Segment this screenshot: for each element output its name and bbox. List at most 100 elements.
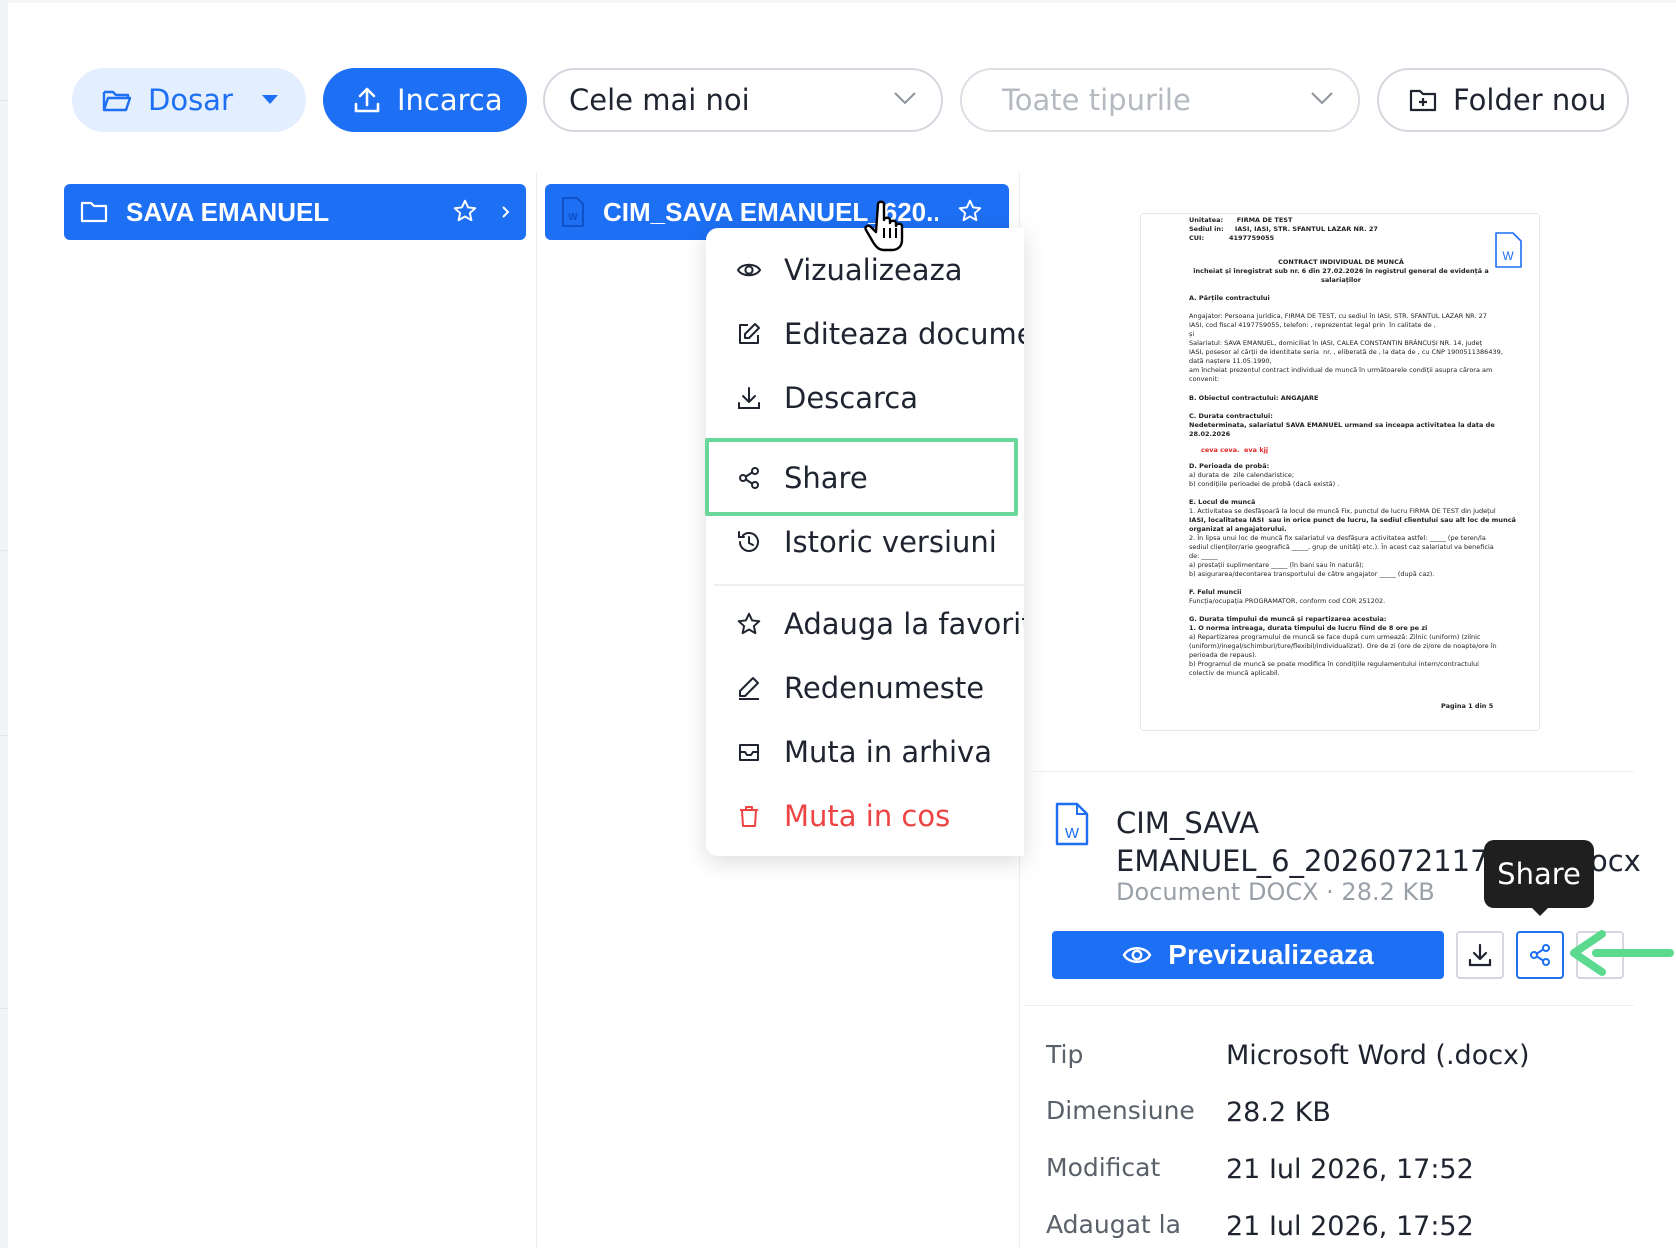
doc-text: Unitatea: FIRMA DE TEST	[1189, 216, 1293, 224]
pencil-icon	[739, 677, 759, 700]
tooltip-tail	[1530, 906, 1550, 916]
new-folder-button[interactable]: Folder nou	[1377, 68, 1629, 132]
doc-text: (uniform)/inegal/schimburi/ture/flexibil…	[1189, 642, 1497, 650]
upload-button[interactable]: Incarca	[323, 68, 527, 132]
menu-item-label: Istoric versiuni	[784, 525, 997, 559]
folder-item-label: SAVA EMANUEL	[126, 196, 330, 227]
doc-text: organizat al angajatorului.	[1189, 525, 1287, 533]
svg-text:W: W	[1065, 825, 1080, 842]
arrow-left-icon	[1570, 930, 1674, 976]
doc-text: C. Durata contractului:	[1189, 412, 1273, 420]
share-icon	[1530, 944, 1550, 966]
doc-text: Funcția/ocupația PROGRAMATOR, conform co…	[1189, 597, 1386, 605]
share-tooltip: Share	[1484, 840, 1594, 908]
doc-text: colectiv de muncă aplicabil.	[1189, 669, 1280, 677]
doc-text: IASI, cod fiscal 4197759055, telefon: , …	[1189, 321, 1436, 329]
menu-item-label: Redenumeste	[784, 671, 985, 705]
doc-text: Angajator: Persoana juridica, FIRMA DE T…	[1189, 312, 1487, 320]
preview-button[interactable]: Previzualizeaza	[1052, 931, 1444, 979]
prop-label-dimensiune: Dimensiune	[1046, 1096, 1195, 1125]
trash-icon	[740, 806, 758, 827]
doc-text: convenit:	[1189, 375, 1220, 383]
menu-item-label: Descarca	[784, 381, 918, 415]
folder-plus-icon	[1409, 89, 1437, 112]
share-highlight-box	[705, 438, 1018, 516]
doc-text: D. Perioada de probă:	[1189, 462, 1270, 470]
chevron-down-icon	[894, 92, 916, 105]
hand-cursor-icon	[864, 200, 904, 252]
folder-open-icon	[102, 90, 132, 112]
menu-item-label: Adauga la favorite	[784, 607, 1024, 641]
menu-item-label: Editeaza documen	[784, 317, 1024, 351]
edge-divider	[0, 1008, 8, 1009]
menu-item-favorite[interactable]: Adauga la favorite	[706, 592, 1024, 656]
doc-page-number: Pagina 1 din 5	[1441, 702, 1494, 710]
menu-item-descarca[interactable]: Descarca	[706, 366, 1024, 430]
star-icon[interactable]	[957, 198, 983, 224]
dosar-dropdown-button[interactable]: Dosar	[72, 68, 306, 132]
menu-item-cos[interactable]: Muta in cos	[706, 784, 1024, 848]
share-button[interactable]	[1516, 931, 1564, 979]
download-icon	[738, 387, 760, 409]
doc-text: sediul clienților/arie geografică _____,…	[1189, 543, 1494, 551]
menu-item-arhiva[interactable]: Muta in arhiva	[706, 720, 1024, 784]
prop-value-adaugat: 21 Iul 2026, 17:52	[1226, 1211, 1474, 1242]
doc-text: de: _____	[1189, 552, 1218, 560]
prop-value-dimensiune: 28.2 KB	[1226, 1097, 1331, 1128]
edge-divider	[0, 100, 8, 101]
doc-text: a) Repartizarea programului de muncă se …	[1189, 633, 1481, 641]
sort-select-value: Cele mai noi	[569, 83, 750, 117]
dosar-label: Dosar	[148, 83, 233, 117]
history-icon	[738, 531, 759, 552]
upload-icon	[354, 87, 380, 113]
type-filter-select[interactable]: Toate tipurile	[960, 68, 1360, 132]
menu-item-redenumeste[interactable]: Redenumeste	[706, 656, 1024, 720]
star-icon[interactable]	[452, 198, 478, 224]
doc-text: E. Locul de muncă	[1189, 498, 1256, 506]
prop-value-modificat: 21 Iul 2026, 17:52	[1226, 1154, 1474, 1185]
preview-button-label: Previzualizeaza	[1168, 939, 1374, 970]
doc-text: Salariatul: SAVA EMANUEL, domiciliat în …	[1189, 339, 1483, 347]
upload-label: Incarca	[397, 83, 503, 117]
doc-text: B. Obiectul contractului: ANGAJARE	[1189, 394, 1319, 402]
download-icon	[1468, 943, 1492, 967]
chevron-down-icon	[1311, 92, 1333, 105]
doc-text: am încheiat prezentul contract individua…	[1189, 366, 1493, 374]
menu-divider	[714, 584, 1024, 586]
prop-value-tip: Microsoft Word (.docx)	[1226, 1040, 1530, 1071]
menu-item-label: Muta in arhiva	[784, 735, 992, 769]
file-name-line1: CIM_SAVA	[1116, 806, 1260, 840]
doc-text: ceva ceva. eva kjj	[1201, 446, 1269, 454]
archive-icon	[739, 744, 759, 761]
edge-divider	[0, 735, 8, 736]
doc-text: 1. O norma intreaga, durata timpului de …	[1189, 624, 1428, 632]
edge-divider	[0, 550, 8, 551]
chevron-right-icon	[502, 206, 510, 218]
doc-text: perioada de repaus).	[1189, 651, 1257, 659]
folder-item-sava-emanuel[interactable]: SAVA EMANUEL	[64, 184, 526, 240]
edit-icon	[739, 323, 760, 344]
star-icon	[737, 612, 761, 635]
eye-icon	[736, 263, 762, 277]
document-thumbnail[interactable]: W Unitatea: FIRMA DE TEST Sediul in: IAS…	[1140, 213, 1540, 731]
doc-text: IASI, posesor al cărții de identitate se…	[1189, 348, 1503, 356]
menu-item-label: Muta in cos	[784, 799, 951, 833]
new-folder-label: Folder nou	[1453, 83, 1607, 117]
doc-text: IASI, localitatea IASI sau in orice punc…	[1189, 516, 1516, 524]
caret-down-icon	[261, 95, 278, 104]
download-button[interactable]	[1456, 931, 1504, 979]
doc-text: salariaților	[1321, 276, 1361, 284]
doc-text: A. Părțile contractului	[1189, 294, 1270, 302]
menu-item-editeaza[interactable]: Editeaza documen	[706, 302, 1024, 366]
top-border	[8, 0, 1676, 3]
sort-select[interactable]: Cele mai noi	[543, 68, 943, 132]
doc-text: a) durata de zile calendaristice;	[1189, 471, 1295, 479]
menu-item-istoric[interactable]: Istoric versiuni	[706, 510, 1024, 574]
doc-text: dată naștere 11.05.1990,	[1189, 357, 1272, 365]
word-file-icon: W	[562, 197, 584, 227]
doc-text: și	[1189, 330, 1195, 338]
left-edge-strip	[0, 0, 8, 1248]
file-meta: Document DOCX · 28.2 KB	[1116, 878, 1435, 906]
column-divider	[536, 172, 537, 1248]
doc-text: G. Durata timpului de muncă și repartiza…	[1189, 615, 1387, 623]
